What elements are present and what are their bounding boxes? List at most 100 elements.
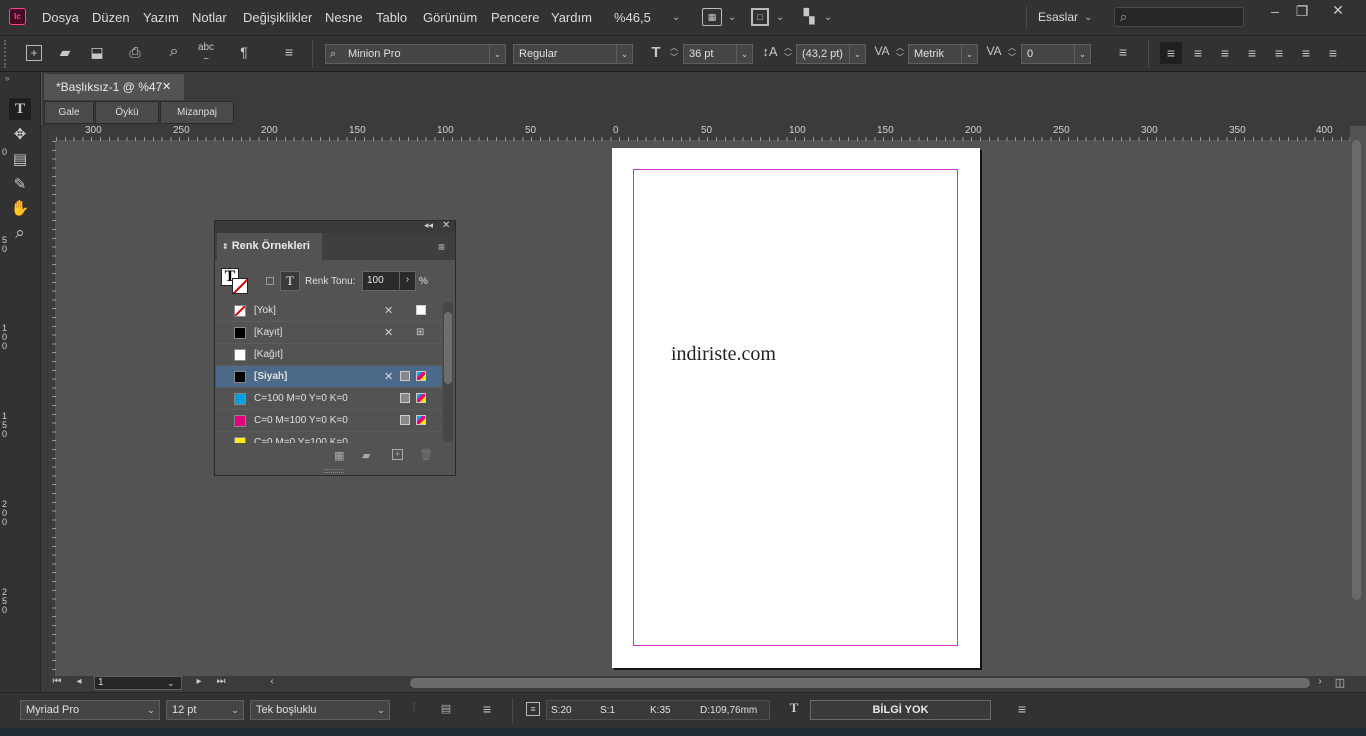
split-window-icon[interactable]: ◫ bbox=[1332, 676, 1348, 689]
list-item[interactable]: C=0 M=0 Y=100 K=0 bbox=[216, 432, 442, 443]
menu-duzen[interactable]: Düzen bbox=[92, 10, 130, 25]
formatting-text-icon[interactable]: T bbox=[280, 271, 300, 291]
list-item[interactable]: [Kayıt] ✕ ⊞ bbox=[216, 322, 442, 344]
type-tool-icon[interactable]: T bbox=[9, 98, 31, 120]
menu-nesne[interactable]: Nesne bbox=[325, 10, 363, 25]
tab-oyku[interactable]: Öykü bbox=[95, 101, 159, 124]
chevron-down-icon[interactable]: ⌄ bbox=[143, 701, 159, 719]
panel-menu-icon[interactable]: ≡ bbox=[280, 44, 298, 60]
tab-gale[interactable]: Gale bbox=[44, 101, 94, 124]
menu-notlar[interactable]: Notlar bbox=[192, 10, 227, 25]
tab-mizanpaj[interactable]: Mizanpaj bbox=[160, 101, 234, 124]
chevron-down-icon[interactable]: ⌄ bbox=[616, 45, 632, 63]
last-page-icon[interactable]: ⏭ bbox=[214, 676, 228, 687]
list-item[interactable]: [Yok] ✕ bbox=[216, 300, 442, 322]
formatting-container-icon[interactable] bbox=[266, 277, 274, 285]
align-left-icon[interactable]: ≡ bbox=[1160, 42, 1182, 64]
close-icon[interactable]: ✕ bbox=[162, 74, 171, 100]
chevron-right-icon[interactable]: › bbox=[399, 271, 415, 289]
minimize-icon[interactable]: – bbox=[1268, 3, 1282, 19]
column-icon[interactable]: ⫶ bbox=[406, 702, 422, 715]
screen-mode-icon[interactable]: □ bbox=[751, 8, 769, 26]
arrange-documents-icon[interactable]: ▚ bbox=[799, 8, 819, 24]
find-icon[interactable]: ⌕ bbox=[165, 43, 183, 61]
font-size-field[interactable]: 36 pt ⌄ bbox=[683, 44, 753, 64]
panel-grip[interactable] bbox=[4, 40, 10, 68]
prev-page-icon[interactable]: ◂ bbox=[72, 676, 86, 687]
scroll-right-icon[interactable]: › bbox=[1314, 676, 1326, 687]
collapse-icon[interactable]: » bbox=[5, 74, 9, 83]
zoom-level[interactable]: %46,5 bbox=[614, 10, 651, 25]
scroll-left-icon[interactable]: ‹ bbox=[266, 676, 278, 687]
chevron-down-icon[interactable]: ⌄ bbox=[373, 701, 389, 719]
restore-icon[interactable]: ❐ bbox=[1294, 3, 1310, 20]
save-icon[interactable]: ⬓ bbox=[88, 44, 106, 61]
align-center-icon[interactable]: ≡ bbox=[1188, 42, 1208, 64]
new-document-icon[interactable]: + bbox=[26, 45, 42, 61]
line-numbers-icon[interactable]: ▤ bbox=[438, 702, 454, 715]
first-page-icon[interactable]: ⏮ bbox=[50, 676, 64, 687]
panel-scrollbar-track[interactable] bbox=[443, 302, 453, 442]
chevron-down-icon[interactable]: ⌄ bbox=[849, 45, 865, 63]
document-tab[interactable]: *Başlıksız-1 @ %47 ✕ bbox=[44, 74, 184, 100]
page-text-frame[interactable]: indiriste.com bbox=[671, 343, 776, 366]
content-grabber-icon[interactable]: ✥ bbox=[9, 124, 31, 146]
next-page-icon[interactable]: ▸ bbox=[192, 676, 206, 687]
menu-dosya[interactable]: Dosya bbox=[42, 10, 79, 25]
list-item[interactable]: [Siyah] ✕ bbox=[216, 366, 442, 388]
menu-tablo[interactable]: Tablo bbox=[376, 10, 407, 25]
vertical-scrollbar[interactable] bbox=[1352, 140, 1361, 600]
stepper-icon[interactable]: ︿ ﹀ bbox=[1006, 43, 1018, 63]
chevron-down-icon[interactable]: ⌄ bbox=[824, 12, 832, 23]
resize-grip[interactable] bbox=[324, 469, 344, 473]
page-number-field[interactable]: 1 ⌄ bbox=[94, 676, 182, 690]
chevron-down-icon[interactable]: ⌄ bbox=[672, 12, 680, 23]
panel-header[interactable] bbox=[215, 221, 455, 233]
tab-renk-ornekleri[interactable]: ⇕ Renk Örnekleri bbox=[217, 233, 322, 260]
info-button[interactable]: BİLGİ YOK bbox=[810, 700, 991, 720]
justify-all-icon[interactable]: ≡ bbox=[1323, 42, 1343, 64]
stroke-none-icon[interactable] bbox=[232, 278, 248, 294]
print-icon[interactable]: ⎙ bbox=[126, 44, 144, 61]
chevron-down-icon[interactable]: ⌄ bbox=[489, 45, 505, 63]
new-swatch-icon[interactable]: + bbox=[392, 449, 403, 460]
chevron-down-icon[interactable]: ⌄ bbox=[961, 45, 977, 63]
open-folder-icon[interactable]: ▰ bbox=[56, 44, 74, 61]
list-item[interactable]: C=100 M=0 Y=0 K=0 bbox=[216, 388, 442, 410]
info-menu-icon[interactable]: ≡ bbox=[1013, 701, 1031, 717]
kerning-field[interactable]: Metrik ⌄ bbox=[908, 44, 978, 64]
list-item[interactable]: C=0 M=100 Y=0 K=0 bbox=[216, 410, 442, 432]
delete-icon[interactable]: 🗑 bbox=[419, 448, 433, 461]
size-select[interactable]: 12 pt ⌄ bbox=[166, 700, 244, 720]
chevron-down-icon[interactable]: ⌄ bbox=[167, 677, 175, 689]
chevron-down-icon[interactable]: ⌄ bbox=[736, 45, 752, 63]
spacing-select[interactable]: Tek boşluklu ⌄ bbox=[250, 700, 390, 720]
chevron-down-icon[interactable]: ⌄ bbox=[728, 12, 736, 23]
spellcheck-icon[interactable]: abc ~ bbox=[196, 42, 216, 66]
list-item[interactable]: [Kağıt] bbox=[216, 344, 442, 366]
panel-menu-icon[interactable]: ≡ bbox=[438, 240, 445, 254]
align-right-icon[interactable]: ≡ bbox=[1215, 42, 1235, 64]
zoom-tool-icon[interactable]: ⌕ bbox=[9, 222, 31, 244]
close-icon[interactable]: ✕ bbox=[442, 220, 450, 231]
collapse-panel-icon[interactable]: ◂◂ bbox=[424, 220, 433, 231]
justify-center-icon[interactable]: ≡ bbox=[1269, 42, 1289, 64]
workspace-switcher[interactable]: Esaslar bbox=[1038, 10, 1078, 24]
horizontal-scrollbar[interactable] bbox=[410, 678, 1310, 688]
view-options-icon[interactable]: ▦ bbox=[702, 8, 722, 26]
ruler-corner[interactable] bbox=[41, 125, 56, 141]
search-input[interactable]: ⌕ bbox=[1114, 7, 1244, 27]
tint-field[interactable]: 100 › bbox=[362, 271, 416, 291]
stepper-icon[interactable]: ︿ ﹀ bbox=[668, 43, 680, 63]
chevron-down-icon[interactable]: ⌄ bbox=[227, 701, 243, 719]
new-group-icon[interactable]: ▰ bbox=[362, 449, 370, 462]
menu-yardim[interactable]: Yardım bbox=[551, 10, 592, 25]
control-menu-icon[interactable]: ≡ bbox=[1114, 44, 1132, 60]
chevron-down-icon[interactable]: ⌄ bbox=[776, 12, 784, 23]
menu-degisiklikler[interactable]: Değişiklikler bbox=[243, 10, 312, 25]
close-icon[interactable]: ✕ bbox=[1330, 2, 1346, 19]
font-select[interactable]: Myriad Pro ⌄ bbox=[20, 700, 160, 720]
stepper-icon[interactable]: ︿ ﹀ bbox=[782, 43, 794, 63]
chevron-down-icon[interactable]: ⌄ bbox=[1074, 45, 1090, 63]
swatch-views-icon[interactable]: ▦ bbox=[334, 449, 344, 462]
